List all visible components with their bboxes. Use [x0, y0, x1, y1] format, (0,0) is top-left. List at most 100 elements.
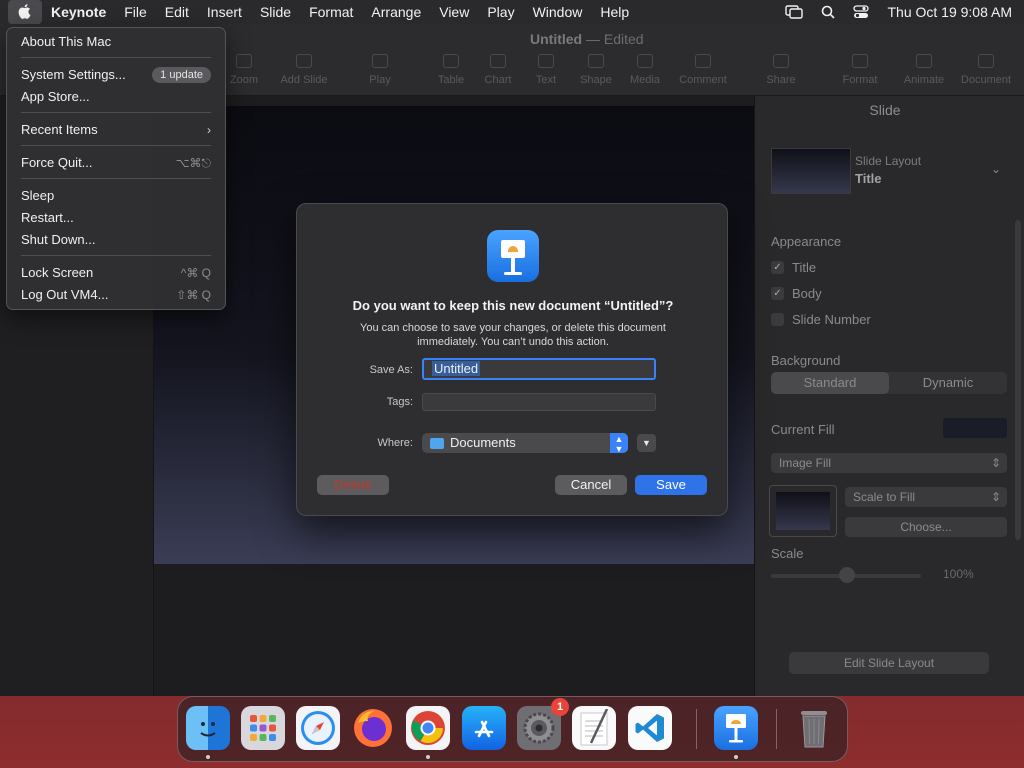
toolbar-play[interactable]: Play [350, 54, 410, 86]
dock-app-store-icon[interactable] [462, 706, 506, 750]
menu-separator [21, 112, 211, 113]
toolbar-shape-label: Shape [580, 74, 612, 86]
menu-view[interactable]: View [430, 0, 478, 24]
menu-help[interactable]: Help [591, 0, 638, 24]
dock-chrome-icon[interactable] [406, 706, 450, 750]
up-down-arrows-icon: ⇕ [990, 456, 1001, 470]
menu-item-recent-items[interactable]: Recent Items › [21, 120, 211, 140]
menu-item-about[interactable]: About This Mac [21, 32, 211, 52]
tags-label: Tags: [386, 396, 413, 408]
where-popup[interactable]: Documents ▲ ▼ [422, 433, 628, 454]
menu-item-force-quit[interactable]: Force Quit... ⌥⌘⎋ [21, 153, 211, 173]
fill-type-popup[interactable]: Image Fill ⇕ [771, 453, 1007, 473]
dock-vscode-icon[interactable] [628, 706, 672, 750]
menu-item-about-label: About This Mac [21, 34, 112, 49]
toolbar-comment-label: Comment [679, 74, 727, 86]
menu-file[interactable]: File [115, 0, 156, 24]
toolbar-animate[interactable]: Animate [894, 54, 954, 86]
inspector-scrollbar[interactable] [1015, 220, 1021, 540]
toolbar-chart-label: Chart [484, 74, 512, 86]
dock-trash-icon[interactable] [792, 706, 836, 750]
menu-item-shut-down-label: Shut Down... [21, 232, 96, 247]
media-icon [637, 54, 653, 68]
search-icon[interactable] [821, 5, 836, 19]
image-well[interactable] [769, 485, 837, 537]
standard-segment[interactable]: Standard [771, 372, 889, 394]
menu-item-log-out[interactable]: Log Out VM4... ⇧⌘ Q [21, 285, 211, 305]
menu-separator [21, 57, 211, 58]
toolbar-document[interactable]: Document [956, 54, 1016, 86]
menu-item-system-settings-label: System Settings... [21, 67, 126, 82]
slide-number-checkbox[interactable]: Slide Number [771, 312, 871, 327]
zoom-icon [236, 54, 252, 68]
choose-image-button[interactable]: Choose... [845, 517, 1007, 537]
current-fill-label: Current Fill [771, 422, 835, 437]
menu-window[interactable]: Window [524, 0, 592, 24]
menu-bar: Keynote File Edit Insert Slide Format Ar… [0, 0, 1024, 24]
toolbar-format-label: Format [842, 74, 878, 86]
chevron-down-icon[interactable]: ⌄ [991, 162, 1001, 176]
save-button[interactable]: Save [635, 475, 707, 495]
scale-value-field[interactable]: 100% [943, 567, 974, 581]
toolbar-share[interactable]: Share [751, 54, 811, 86]
apple-menu-button[interactable] [8, 0, 42, 24]
menu-clock[interactable]: Thu Oct 19 9:08 AM [887, 4, 1012, 20]
dock-finder-icon[interactable] [186, 706, 230, 750]
dock-system-settings-icon[interactable]: 1 [517, 698, 569, 750]
menu-item-system-settings[interactable]: System Settings... 1 update [21, 65, 211, 85]
dynamic-segment[interactable]: Dynamic [889, 372, 1007, 394]
menu-format[interactable]: Format [300, 0, 362, 24]
menu-play[interactable]: Play [478, 0, 523, 24]
toolbar-add-slide[interactable]: Add Slide [274, 54, 334, 86]
toolbar-text-label: Text [535, 74, 557, 86]
delete-button[interactable]: Delete [317, 475, 389, 495]
title-checkbox[interactable]: ✓ Title [771, 260, 816, 275]
toolbar-format[interactable]: Format [830, 54, 890, 86]
slide-number-checkbox-label: Slide Number [792, 312, 871, 327]
share-icon [773, 54, 789, 68]
dock-keynote-icon[interactable] [714, 706, 758, 750]
trash-icon [801, 711, 827, 748]
toolbar-share-label: Share [766, 74, 796, 86]
dock-launchpad-icon[interactable] [241, 706, 285, 750]
where-value: Documents [450, 435, 516, 450]
menu-separator [21, 145, 211, 146]
play-icon [372, 54, 388, 68]
menu-insert[interactable]: Insert [198, 0, 251, 24]
menu-item-lock-screen[interactable]: Lock Screen ^⌘ Q [21, 263, 211, 283]
menu-slide[interactable]: Slide [251, 0, 300, 24]
body-checkbox[interactable]: ✓ Body [771, 286, 822, 301]
menu-item-restart[interactable]: Restart... [21, 208, 211, 228]
cancel-button[interactable]: Cancel [555, 475, 627, 495]
slide-layout-value[interactable]: Title [855, 171, 882, 186]
control-center-icon[interactable] [853, 5, 870, 19]
chevron-down-icon: ▼ [642, 438, 651, 448]
scale-mode-popup[interactable]: Scale to Fill ⇕ [845, 487, 1007, 507]
chevron-right-icon: › [207, 123, 211, 137]
toolbar-comment[interactable]: Comment [673, 54, 733, 86]
scale-slider-knob[interactable] [839, 567, 855, 583]
dock-firefox-icon[interactable] [351, 706, 395, 750]
menu-item-shut-down[interactable]: Shut Down... [21, 230, 211, 250]
screen-mirroring-icon[interactable] [785, 5, 804, 19]
current-fill-swatch[interactable] [943, 418, 1007, 438]
podium-icon [501, 240, 525, 258]
tags-field[interactable] [422, 393, 656, 411]
menu-edit[interactable]: Edit [156, 0, 198, 24]
expand-dialog-button[interactable]: ▼ [637, 434, 656, 452]
menu-item-force-quit-label: Force Quit... [21, 155, 93, 170]
save-as-field[interactable]: Untitled [422, 358, 656, 380]
menu-item-app-store[interactable]: App Store... [21, 87, 211, 107]
edit-slide-layout-button[interactable]: Edit Slide Layout [789, 652, 989, 674]
up-down-arrows-icon: ▲ ▼ [610, 433, 628, 454]
body-checkbox-label: Body [792, 286, 822, 301]
menu-arrange[interactable]: Arrange [362, 0, 430, 24]
menu-item-sleep[interactable]: Sleep [21, 186, 211, 206]
save-as-value: Untitled [432, 361, 481, 376]
podium-stand [511, 258, 515, 272]
menu-app-name[interactable]: Keynote [42, 0, 115, 24]
toolbar-media[interactable]: Media [615, 54, 675, 86]
dock-safari-icon[interactable] [296, 706, 340, 750]
slide-layout-thumbnail[interactable] [771, 148, 851, 194]
dock-textedit-icon[interactable] [572, 706, 616, 750]
